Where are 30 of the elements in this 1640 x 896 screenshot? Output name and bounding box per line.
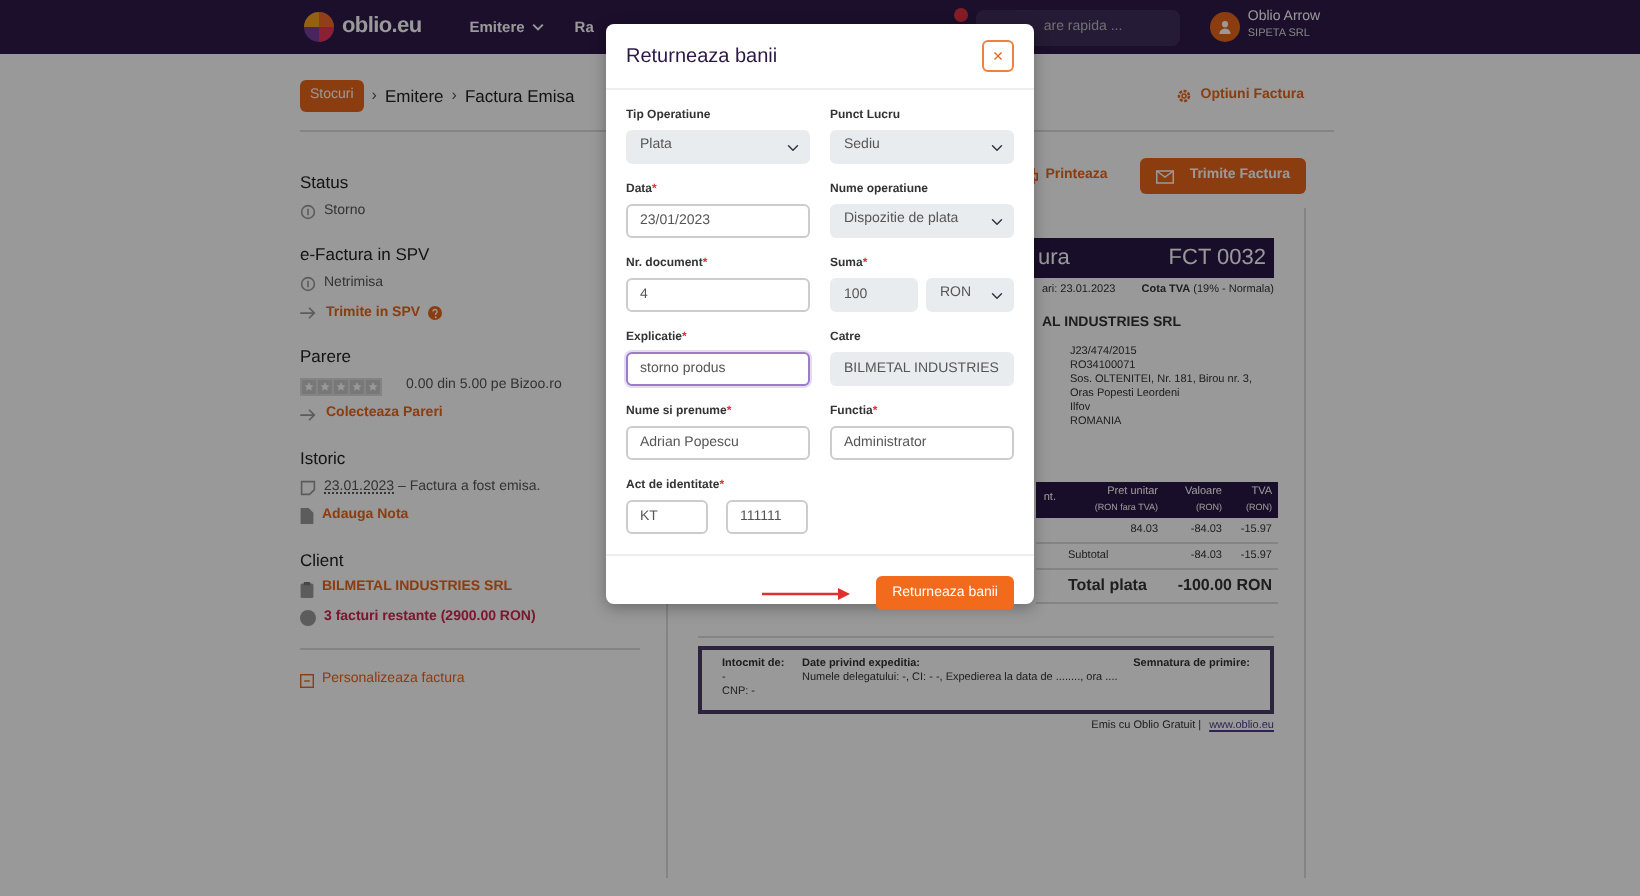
total-label: Total plata: [1062, 569, 1164, 603]
clipboard-icon: [300, 581, 314, 597]
arrow-icon: [300, 408, 318, 422]
logo-text[interactable]: oblio.eu: [342, 10, 422, 44]
envelope-icon: [1155, 169, 1174, 183]
section-heading: Parere: [300, 344, 352, 370]
invoice-title: ura: [1038, 243, 1070, 274]
gear-icon: [1176, 88, 1193, 104]
breadcrumb-item: Emitere: [384, 83, 444, 109]
breadcrumb-separator: ›: [371, 84, 377, 108]
section-heading: Status: [300, 170, 349, 196]
arrow-icon: [762, 586, 853, 602]
logo-icon: [304, 12, 334, 42]
section-heading: e-Factura in SPV: [300, 242, 430, 268]
section-heading: Client: [300, 547, 344, 573]
edit-square-icon: [300, 674, 314, 688]
circle-icon: [300, 204, 316, 220]
arrow-icon: [300, 306, 318, 321]
note-icon: [300, 479, 316, 496]
invoice-number: FCT 0032: [1168, 243, 1266, 274]
circle-icon: [300, 276, 316, 293]
document-icon: [300, 508, 314, 525]
total-value: -100.00 RON: [1164, 569, 1278, 603]
breadcrumb-item: Factura Emisa: [464, 83, 575, 109]
coin-icon: [300, 610, 316, 626]
section-heading: Istoric: [300, 445, 346, 471]
modal-title: Returneaza banii: [626, 43, 778, 71]
breadcrumb-separator: ›: [451, 84, 457, 108]
user-silhouette-icon: [1217, 20, 1232, 34]
close-button[interactable]: ×: [982, 40, 1014, 72]
